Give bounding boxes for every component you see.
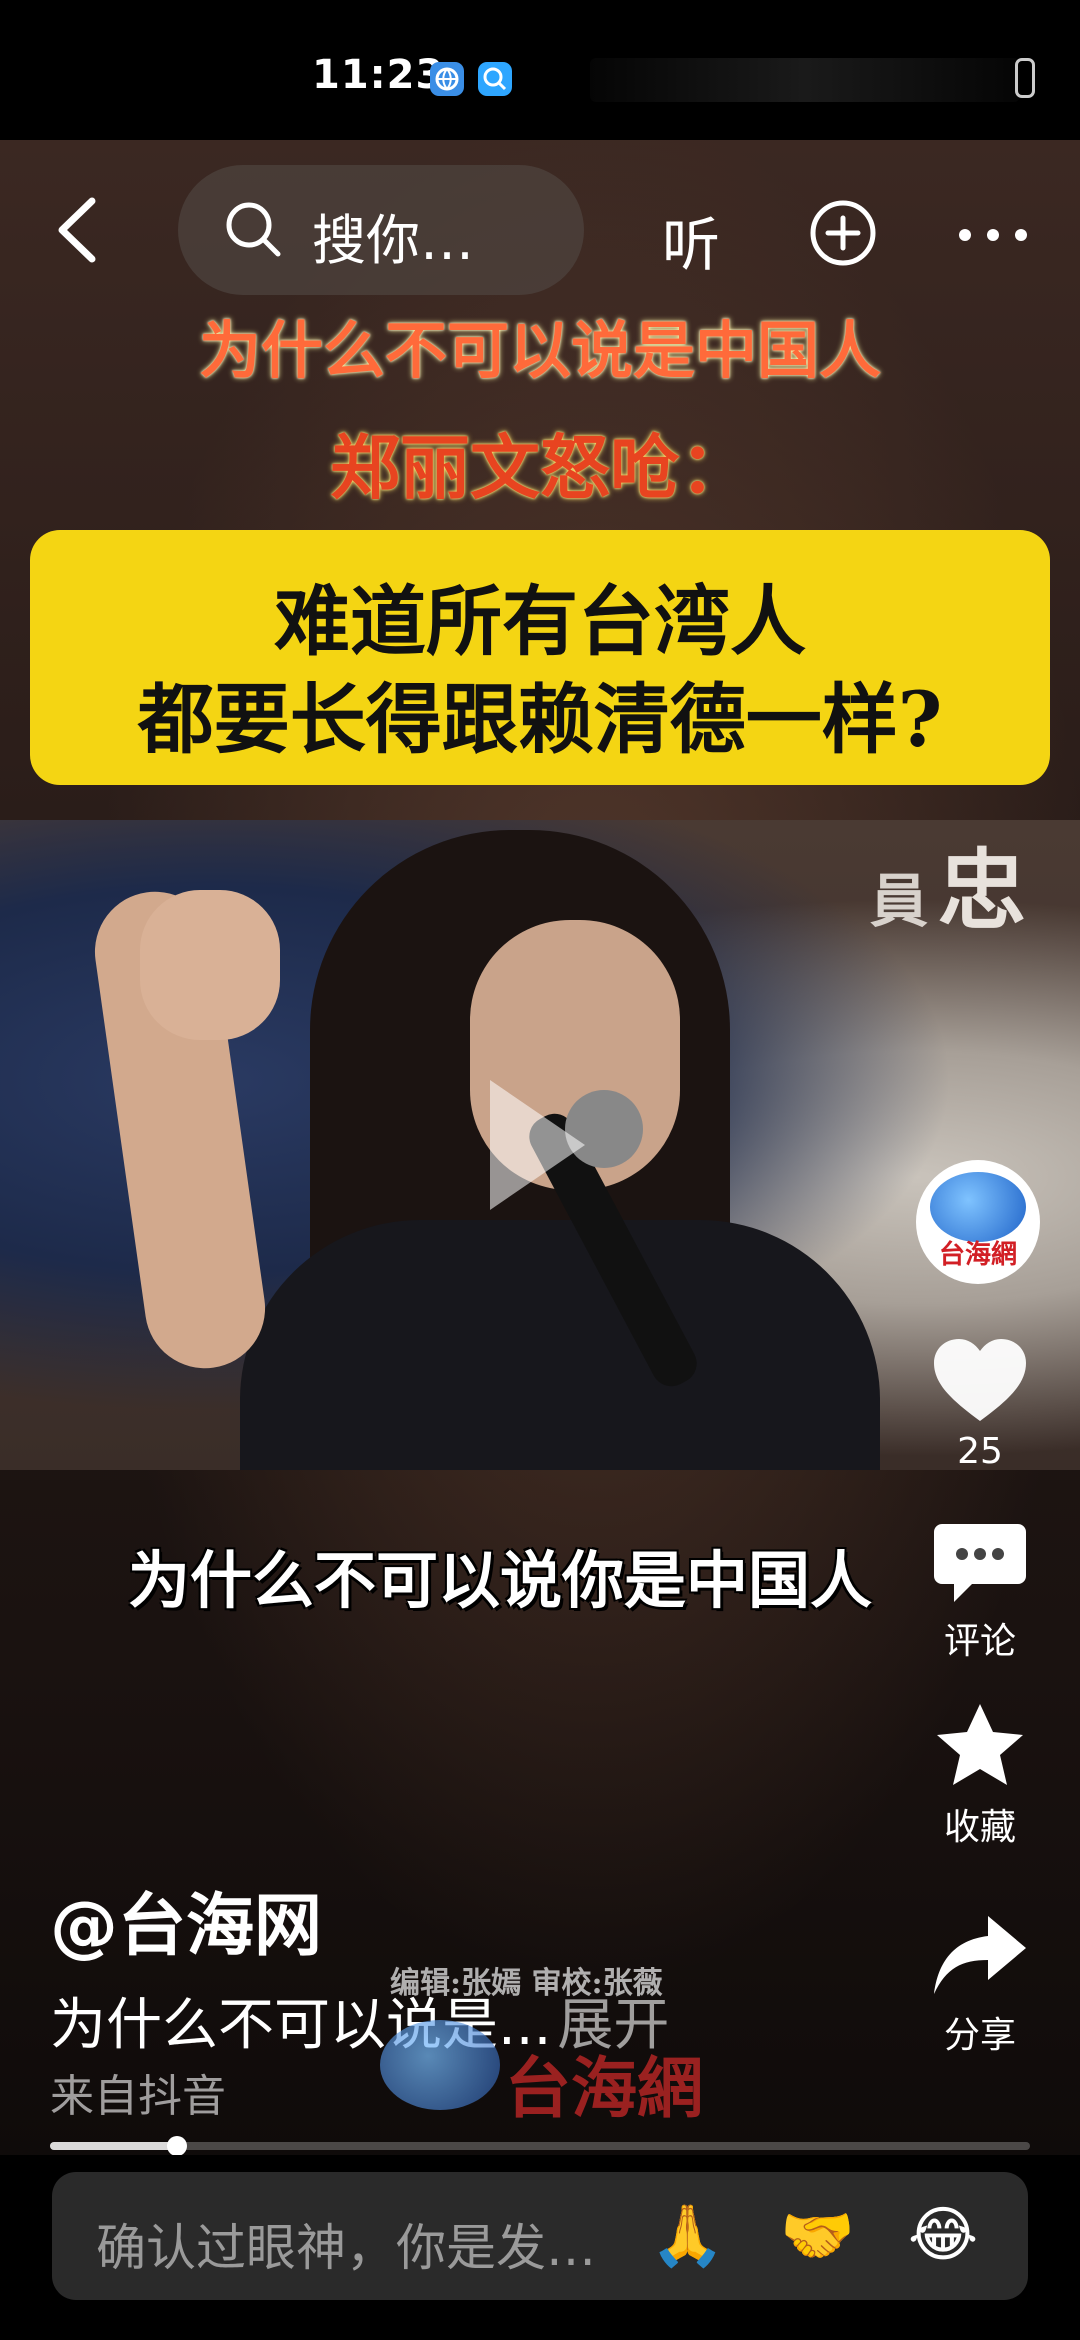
add-icon[interactable] [808,198,878,268]
share-label: 分享 [943,2015,1016,2056]
comment-input-placeholder[interactable]: 确认过眼神，你是发… [96,2208,596,2280]
battery-icon [1015,58,1035,98]
video-highlight-box: 难道所有台湾人 都要长得跟赖清德一样? [30,530,1050,785]
comment-button[interactable]: 评论 [900,1520,1060,1664]
search-query[interactable]: 搜你… [312,196,474,275]
speaker-fist [140,890,280,1040]
video-progress-fill [50,2142,178,2150]
account-logo-emblem [930,1172,1026,1242]
favorite-label: 收藏 [943,1807,1016,1848]
highlight-line-1: 难道所有台湾人 [274,577,806,666]
status-time: 11:23 [312,52,445,98]
like-count: 25 [957,1431,1003,1472]
like-button[interactable]: 25 [900,1335,1060,1472]
video-background-sign: 員忠 [870,839,1027,942]
quick-emoji-laugh[interactable]: 😂 [908,2200,978,2270]
watermark-logo-emblem [380,2020,500,2110]
video-watermark-brand: 台海網 [505,2049,703,2127]
author-name[interactable]: @台海网 [50,1870,322,1969]
quick-emoji-handshake[interactable]: 🤝 [780,2200,855,2271]
speaker-body [240,1220,880,1470]
post-source: 来自抖音 [50,2071,226,2122]
share-button[interactable]: 分享 [900,1910,1060,2058]
account-avatar[interactable]: 台海網 [916,1160,1040,1284]
search-icon[interactable] [222,198,284,260]
status-bar: 11:23 [0,0,1080,140]
comment-label: 评论 [943,1621,1016,1662]
highlight-line-2: 都要长得跟赖清德一样? [137,675,943,764]
comment-bubble-icon [934,1524,1026,1602]
more-options-icon[interactable] [958,228,1028,242]
play-icon[interactable] [490,1080,585,1210]
browser-app-icon [430,62,464,96]
video-headline-1: 为什么不可以说是中国人 [198,314,881,387]
video-headline-2: 郑丽文怒呛： [330,426,750,509]
listen-button[interactable]: 听 [662,198,720,282]
favorite-button[interactable]: 收藏 [900,1700,1060,1850]
back-arrow-icon[interactable] [50,195,110,265]
star-icon [937,1704,1023,1785]
quick-emoji-pray[interactable]: 🙏 [650,2200,725,2271]
video-progress-bar[interactable] [50,2136,1030,2156]
heart-icon [934,1339,1026,1421]
share-arrow-icon [934,1916,1026,1994]
status-icons-blurred [590,58,1020,102]
account-logo-text: 台海網 [938,1240,1017,1270]
search-app-icon [478,62,512,96]
